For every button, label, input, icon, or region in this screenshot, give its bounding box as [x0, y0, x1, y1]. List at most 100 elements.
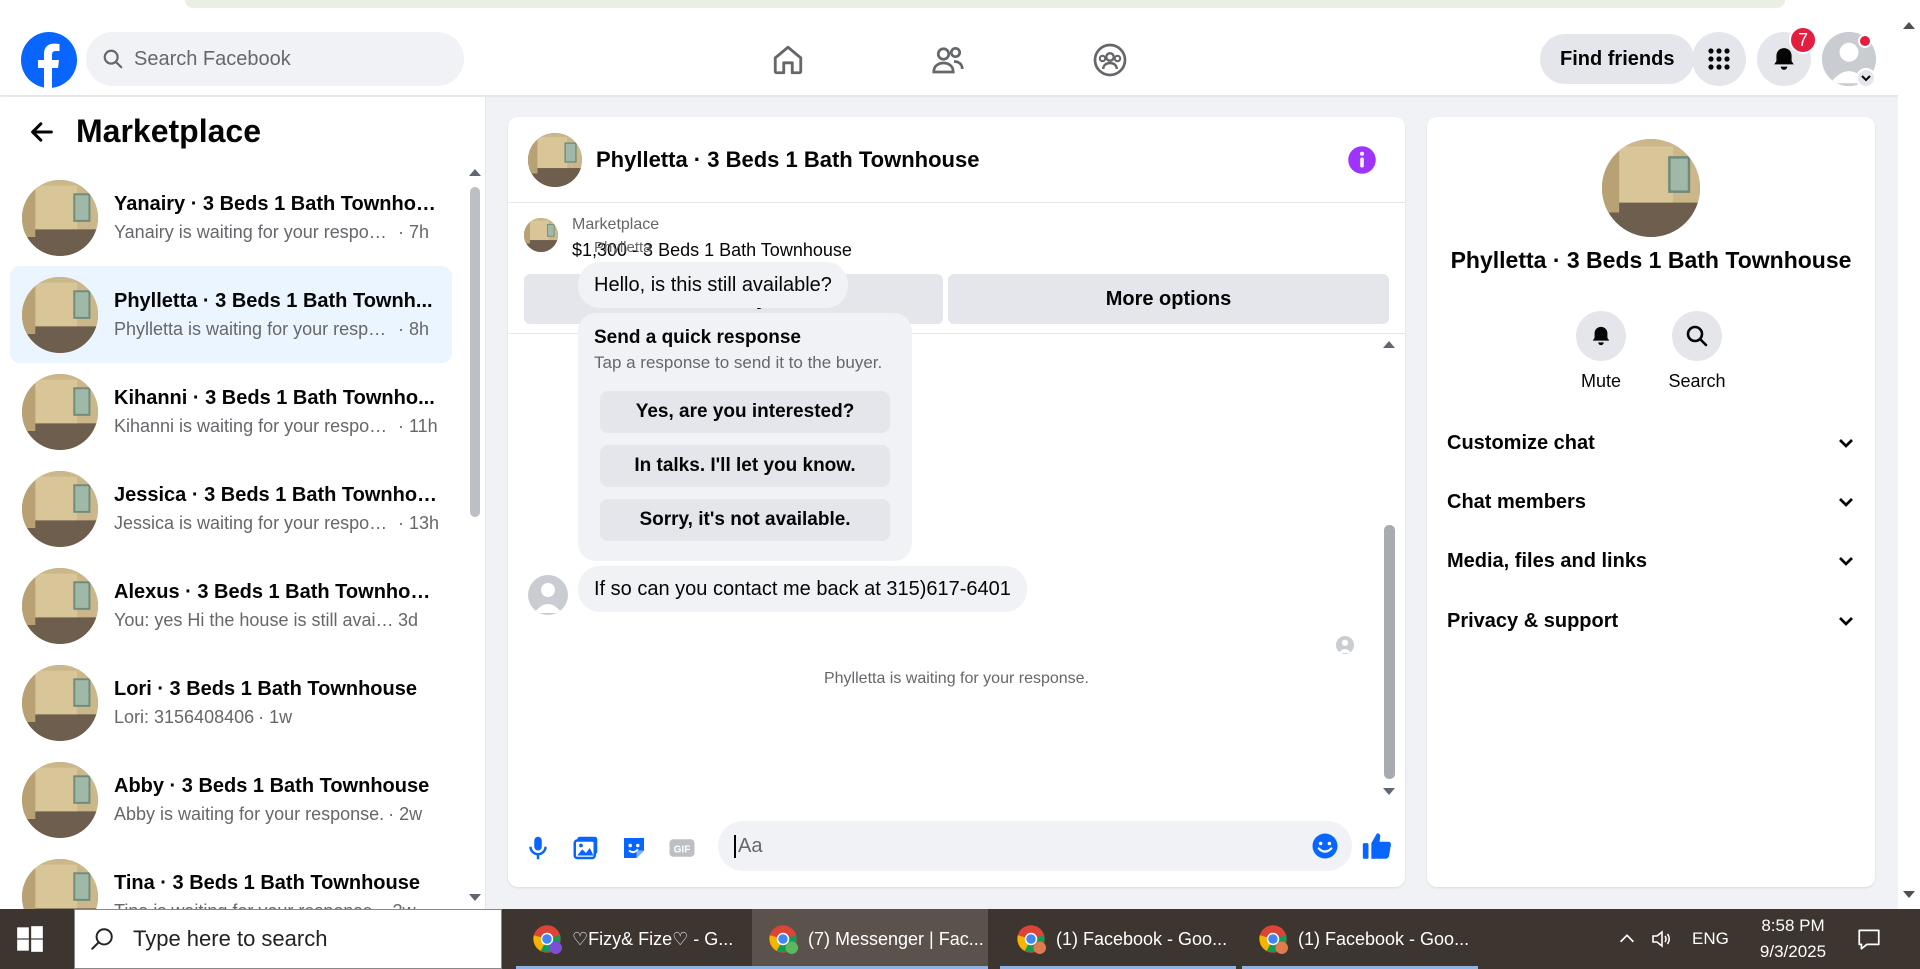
sticker-icon[interactable] — [619, 833, 649, 863]
conversation-item[interactable]: Yanairy · 3 Beds 1 Bath Townhou... Yanair… — [10, 169, 452, 266]
gif-icon[interactable]: GIF — [667, 833, 697, 863]
facebook-logo-icon[interactable] — [21, 32, 77, 88]
message-bubble[interactable]: Hello, is this still available? — [578, 262, 848, 308]
chat-scrollbar-thumb[interactable] — [1384, 525, 1395, 779]
show-hidden-icons-chevron-up-icon[interactable] — [1616, 909, 1638, 969]
sidebar-scroll-up-arrow-icon[interactable] — [468, 167, 482, 177]
chat-scroll-down-arrow-icon[interactable] — [1382, 787, 1396, 797]
conversation-preview: You: yes Hi the house is still availab..… — [114, 609, 394, 630]
chat-header: Phylletta · 3 Beds 1 Bath Townhouse — [508, 117, 1405, 203]
chevron-down-icon — [1837, 493, 1855, 511]
facebook-search-input[interactable] — [134, 47, 434, 71]
conversation-time: · 1w — [258, 706, 293, 727]
menu-grid-icon — [1708, 48, 1730, 70]
page-scroll-up-arrow-icon[interactable] — [1902, 20, 1916, 30]
volume-icon[interactable] — [1650, 909, 1674, 969]
search-in-conversation-button[interactable] — [1672, 311, 1722, 361]
listing-avatar — [22, 374, 98, 450]
back-arrow-icon[interactable] — [28, 118, 56, 146]
chat-scroll-up-arrow-icon[interactable] — [1382, 339, 1396, 349]
listing-avatar — [22, 277, 98, 353]
listing-avatar — [22, 762, 98, 838]
action-center-notification-icon[interactable] — [1856, 909, 1882, 969]
conversation-item[interactable]: Lori · 3 Beds 1 Bath Townhouse Lori: 3156… — [10, 654, 452, 751]
mute-action[interactable]: Mute — [1561, 311, 1641, 392]
quick-response-button[interactable]: In talks. I'll let you know. — [600, 445, 890, 487]
search-action[interactable]: Search — [1657, 311, 1737, 392]
conversation-name: Lori · 3 Beds 1 Bath Townhouse — [114, 677, 417, 700]
taskbar-app-chrome[interactable]: ♡Fizy& Fize♡ - G... — [516, 909, 752, 969]
search-icon — [1686, 325, 1708, 347]
listing-avatar — [22, 665, 98, 741]
thumbs-up-icon[interactable] — [1360, 829, 1394, 863]
chat-title[interactable]: Phylletta · 3 Beds 1 Bath Townhouse — [596, 147, 979, 173]
chevron-down-icon — [1837, 612, 1855, 630]
accordion-chat-members[interactable]: Chat members — [1447, 480, 1855, 524]
facebook-search-box[interactable] — [86, 32, 464, 86]
quick-response-title: Send a quick response — [594, 327, 801, 348]
sidebar-scrollbar-thumb[interactable] — [470, 187, 480, 517]
page-scroll-down-arrow-icon[interactable] — [1902, 890, 1916, 900]
emoji-icon[interactable] — [1310, 831, 1340, 861]
taskbar-app-chrome-messenger[interactable]: (7) Messenger | Fac... — [752, 909, 988, 969]
taskbar-search-input[interactable] — [133, 926, 473, 952]
photo-icon[interactable] — [571, 833, 601, 863]
groups-icon — [1093, 43, 1127, 77]
chrome-icon — [1259, 925, 1288, 954]
conversation-item[interactable]: Abby · 3 Beds 1 Bath Townhouse Abby is wa… — [10, 751, 452, 848]
input-language-indicator[interactable]: ENG — [1692, 909, 1729, 969]
chevron-down-icon — [1837, 552, 1855, 570]
conversation-item[interactable]: Kihanni · 3 Beds 1 Bath Townho... Kihanni… — [10, 363, 452, 460]
nav-groups-button[interactable] — [1086, 36, 1134, 84]
accordion-privacy-support[interactable]: Privacy & support — [1447, 599, 1855, 643]
chat-panel: Phylletta · 3 Beds 1 Bath Townhouse Mark… — [508, 117, 1405, 887]
more-options-button[interactable]: More options — [948, 274, 1389, 324]
info-avatar[interactable] — [1602, 139, 1700, 237]
find-friends-button[interactable]: Find friends — [1540, 34, 1695, 84]
quick-response-button[interactable]: Sorry, it's not available. — [600, 499, 890, 541]
chrome-icon — [769, 925, 798, 954]
mute-button[interactable] — [1576, 311, 1626, 361]
profile-chevron-down-icon[interactable] — [1856, 68, 1876, 88]
conversation-item-active[interactable]: Phylletta · 3 Beds 1 Bath Townh... Phylle… — [10, 266, 452, 363]
nav-friends-button[interactable] — [924, 36, 972, 84]
microphone-icon[interactable] — [523, 833, 553, 863]
conversation-info-icon[interactable] — [1347, 145, 1377, 175]
conversation-item[interactable]: Tina · 3 Beds 1 Bath Townhouse Tina is wa… — [10, 848, 452, 909]
taskbar-app-chrome-facebook[interactable]: (1) Facebook - Goo... — [1000, 909, 1236, 969]
listing-thumbnail[interactable] — [524, 218, 558, 252]
sender-avatar[interactable] — [528, 575, 568, 615]
chrome-icon — [1017, 925, 1046, 954]
accordion-customize-chat[interactable]: Customize chat — [1447, 421, 1855, 465]
message-bubble[interactable]: If so can you contact me back at 315)617… — [578, 566, 1027, 612]
taskbar-search-box[interactable] — [74, 909, 502, 969]
svg-text:GIF: GIF — [674, 844, 691, 855]
windows-start-icon[interactable] — [16, 925, 44, 953]
search-icon — [91, 928, 113, 950]
chevron-down-icon — [1837, 434, 1855, 452]
conversation-list: Yanairy · 3 Beds 1 Bath Townhou... Yanair… — [10, 169, 452, 909]
nav-home-button[interactable] — [764, 36, 812, 84]
conversation-name: Jessica · 3 Beds 1 Bath Townhouse — [114, 483, 440, 506]
sidebar-scroll-down-arrow-icon[interactable] — [468, 893, 482, 903]
conversation-item[interactable]: Jessica · 3 Beds 1 Bath Townhouse Jessica… — [10, 460, 452, 557]
message-input-box[interactable] — [718, 821, 1352, 871]
conversation-item[interactable]: Alexus · 3 Beds 1 Bath Townhouse You: yes… — [10, 557, 452, 654]
conversation-time: · 13h — [398, 512, 440, 533]
quick-response-button[interactable]: Yes, are you interested? — [600, 391, 890, 433]
search-label: Search — [1668, 371, 1726, 391]
page-scrollbar[interactable] — [1898, 18, 1920, 909]
taskbar-app-chrome-facebook-2[interactable]: (1) Facebook - Goo... — [1242, 909, 1478, 969]
chrome-icon — [533, 925, 562, 954]
notifications-button[interactable]: 7 — [1757, 26, 1817, 86]
conversation-preview: Tina is waiting for your response. — [114, 901, 377, 910]
listing-avatar — [22, 180, 98, 256]
top-navigation: Find friends 7 — [0, 18, 1898, 96]
listing-source: Marketplace — [572, 216, 660, 233]
message-input[interactable] — [734, 834, 1274, 858]
chat-avatar[interactable] — [528, 133, 582, 187]
menu-button[interactable] — [1692, 32, 1746, 86]
friends-icon — [932, 46, 964, 74]
taskbar-clock[interactable]: 8:58 PM 9/3/2025 — [1748, 909, 1838, 969]
accordion-media-files-links[interactable]: Media, files and links — [1447, 539, 1855, 583]
